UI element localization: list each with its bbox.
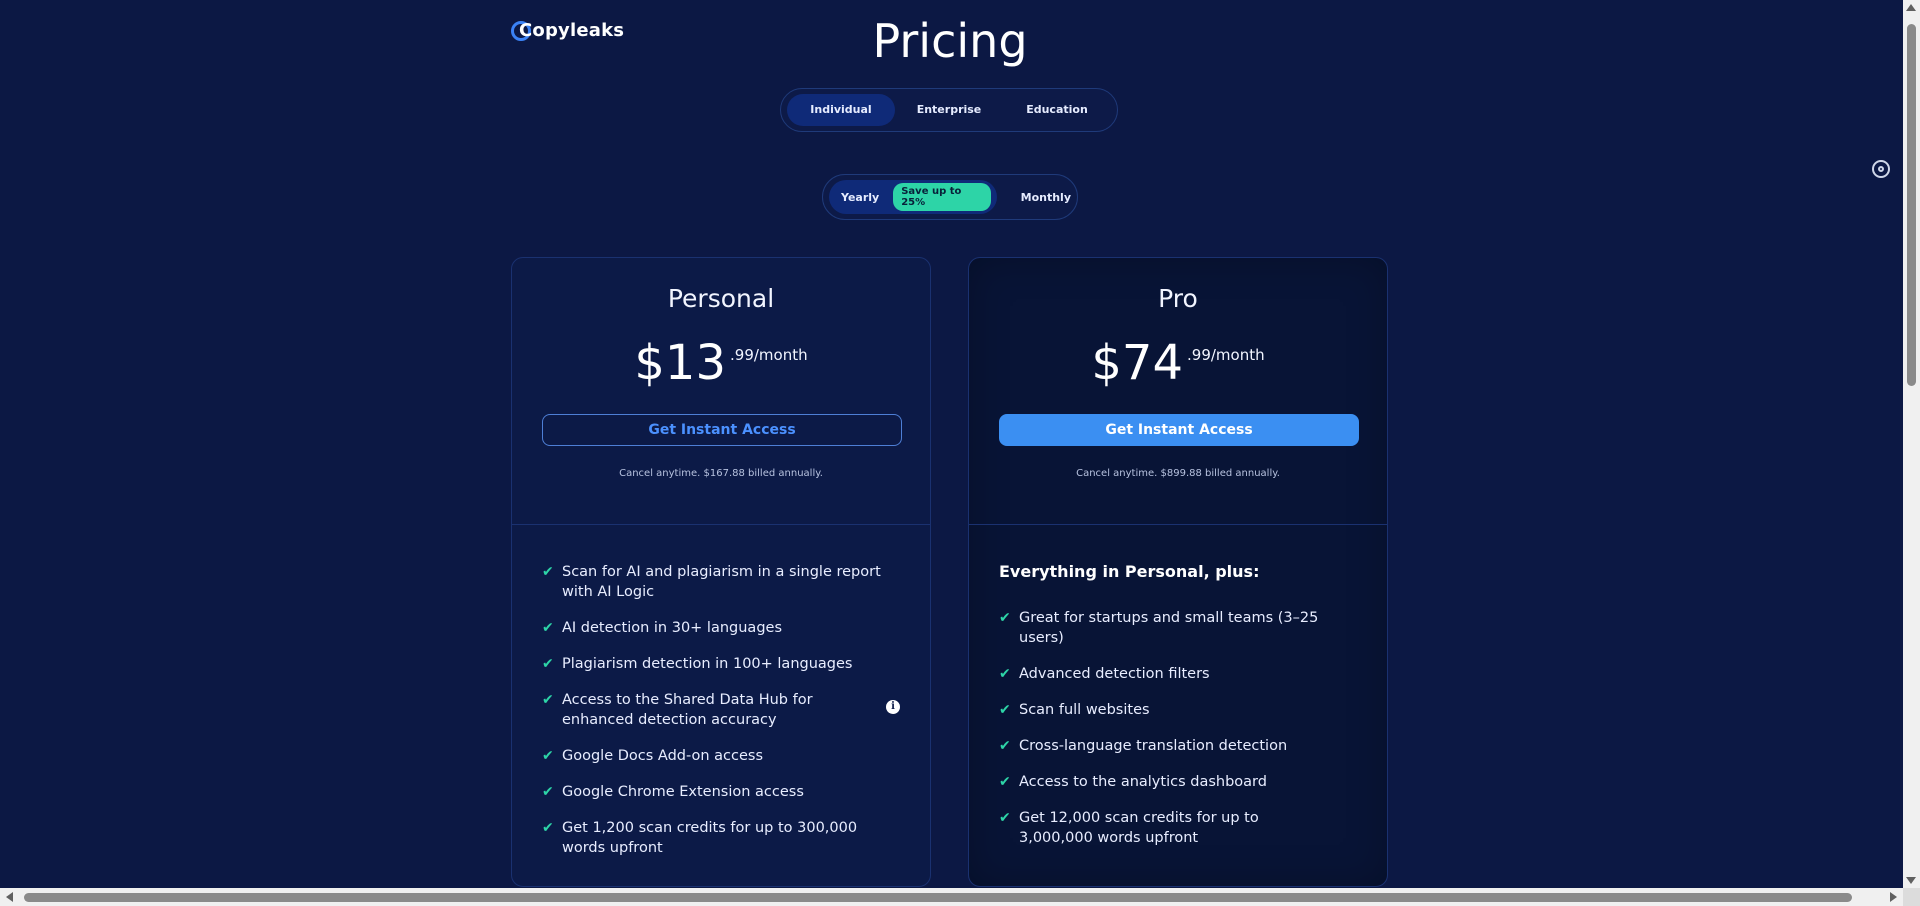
yearly-label: Yearly bbox=[841, 190, 880, 204]
feature-item: ✔ Get 1,200 scan credits for up to 300,0… bbox=[542, 818, 902, 858]
monthly-option[interactable]: Monthly bbox=[1021, 191, 1071, 204]
feature-text: Great for startups and small teams (3–25… bbox=[1019, 610, 1319, 646]
check-icon: ✔ bbox=[542, 656, 554, 672]
feature-text: Get 12,000 scan credits for up to 3,000,… bbox=[1019, 810, 1259, 846]
billing-note: Cancel anytime. $167.88 billed annually. bbox=[619, 468, 823, 479]
price-cents-period: .99/month bbox=[730, 346, 808, 364]
feature-item: ✔ Scan for AI and plagiarism in a single… bbox=[542, 562, 902, 602]
feature-item: ✔ Access to the analytics dashboard bbox=[999, 772, 1359, 792]
scrollbar-thumb[interactable] bbox=[24, 893, 1852, 902]
scrollbar-corner bbox=[1903, 888, 1920, 906]
feature-text: Plagiarism detection in 100+ languages bbox=[562, 656, 853, 672]
feature-text: AI detection in 30+ languages bbox=[562, 620, 782, 636]
feature-text: Advanced detection filters bbox=[1019, 666, 1210, 682]
feature-item: ✔ Access to the Shared Data Hub for enha… bbox=[542, 690, 902, 730]
vertical-scrollbar[interactable] bbox=[1903, 0, 1920, 888]
feature-item: ✔ Google Docs Add-on access bbox=[542, 746, 902, 766]
check-icon: ✔ bbox=[999, 702, 1011, 718]
plus-heading: Everything in Personal, plus: bbox=[999, 562, 1260, 581]
plan-type-switcher: Individual Enterprise Education bbox=[780, 88, 1118, 132]
feature-text: Access to the Shared Data Hub for enhanc… bbox=[562, 692, 813, 728]
save-badge: Save up to 25% bbox=[893, 183, 991, 211]
check-icon: ✔ bbox=[999, 810, 1011, 826]
feature-item: ✔ Scan full websites bbox=[999, 700, 1359, 720]
feature-text: Scan for AI and plagiarism in a single r… bbox=[562, 564, 881, 600]
plan-card-personal: Personal $13 .99/month Get Instant Acces… bbox=[511, 257, 931, 887]
feature-list: ✔ Scan for AI and plagiarism in a single… bbox=[542, 562, 902, 874]
feature-item: ✔ Great for startups and small teams (3–… bbox=[999, 608, 1359, 648]
check-icon: ✔ bbox=[542, 564, 554, 580]
scroll-down-icon[interactable] bbox=[1906, 877, 1916, 884]
plan-name: Pro bbox=[1158, 284, 1198, 313]
divider bbox=[512, 524, 930, 525]
feature-text: Google Chrome Extension access bbox=[562, 784, 804, 800]
check-icon: ✔ bbox=[999, 610, 1011, 626]
check-icon: ✔ bbox=[542, 748, 554, 764]
target-icon[interactable] bbox=[1872, 160, 1890, 178]
check-icon: ✔ bbox=[999, 666, 1011, 682]
page-title: Pricing bbox=[872, 14, 1028, 68]
plan-price: $74 .99/month bbox=[969, 336, 1387, 390]
feature-text: Cross-language translation detection bbox=[1019, 738, 1288, 754]
plan-card-pro: Pro $74 .99/month Get Instant Access Can… bbox=[968, 257, 1388, 887]
get-instant-access-button[interactable]: Get Instant Access bbox=[999, 414, 1359, 446]
plan-price: $13 .99/month bbox=[512, 336, 930, 390]
tab-enterprise[interactable]: Enterprise bbox=[895, 94, 1003, 126]
check-icon: ✔ bbox=[542, 620, 554, 636]
feature-item: ✔ Cross-language translation detection bbox=[999, 736, 1359, 756]
scroll-up-icon[interactable] bbox=[1906, 4, 1916, 11]
feature-text: Get 1,200 scan credits for up to 300,000… bbox=[562, 820, 858, 856]
billing-period-toggle: Yearly Save up to 25% Monthly bbox=[822, 174, 1078, 220]
price-cents-period: .99/month bbox=[1187, 346, 1265, 364]
plan-name: Personal bbox=[667, 284, 775, 313]
scroll-left-icon[interactable] bbox=[6, 892, 13, 902]
feature-item: ✔ Plagiarism detection in 100+ languages bbox=[542, 654, 902, 674]
price-dollars: $13 bbox=[634, 335, 727, 391]
get-instant-access-button[interactable]: Get Instant Access bbox=[542, 414, 902, 446]
scroll-right-icon[interactable] bbox=[1890, 892, 1897, 902]
yearly-option[interactable]: Yearly Save up to 25% bbox=[829, 180, 997, 214]
feature-list: ✔ Great for startups and small teams (3–… bbox=[999, 608, 1359, 864]
info-icon[interactable]: i bbox=[886, 700, 900, 714]
pricing-page: Copyleaks Pricing Individual Enterprise … bbox=[0, 0, 1920, 906]
tab-education[interactable]: Education bbox=[1003, 94, 1111, 126]
check-icon: ✔ bbox=[542, 692, 554, 708]
feature-text: Scan full websites bbox=[1019, 702, 1150, 718]
divider bbox=[969, 524, 1387, 525]
scrollbar-thumb[interactable] bbox=[1907, 24, 1916, 386]
feature-text: Access to the analytics dashboard bbox=[1019, 774, 1267, 790]
billing-note: Cancel anytime. $899.88 billed annually. bbox=[1076, 468, 1280, 479]
feature-item: ✔ Get 12,000 scan credits for up to 3,00… bbox=[999, 808, 1359, 848]
feature-item: ✔ Advanced detection filters bbox=[999, 664, 1359, 684]
check-icon: ✔ bbox=[999, 774, 1011, 790]
feature-text: Google Docs Add-on access bbox=[562, 748, 764, 764]
price-dollars: $74 bbox=[1091, 335, 1184, 391]
horizontal-scrollbar[interactable] bbox=[0, 888, 1903, 906]
check-icon: ✔ bbox=[542, 784, 554, 800]
tab-individual[interactable]: Individual bbox=[787, 94, 895, 126]
check-icon: ✔ bbox=[542, 820, 554, 836]
feature-item: ✔ Google Chrome Extension access bbox=[542, 782, 902, 802]
check-icon: ✔ bbox=[999, 738, 1011, 754]
feature-item: ✔ AI detection in 30+ languages bbox=[542, 618, 902, 638]
